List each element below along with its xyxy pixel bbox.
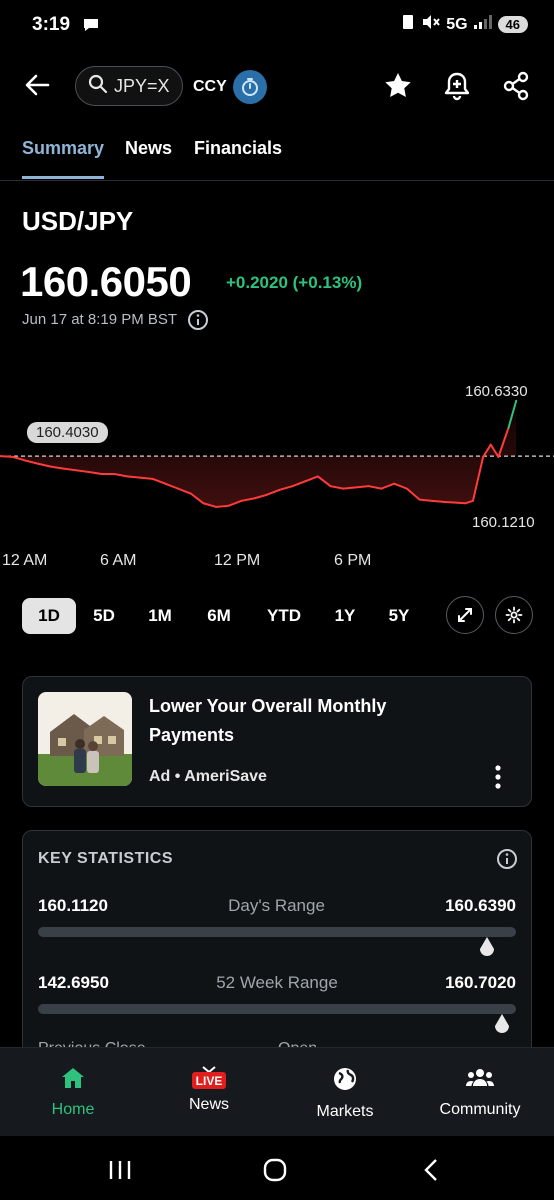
- days-range-label: Day's Range: [228, 896, 325, 915]
- chart-line-segment: [418, 498, 434, 502]
- battery-indicator: 46: [497, 16, 528, 33]
- ad-title[interactable]: Lower Your Overall Monthly Payments: [149, 692, 449, 750]
- days-range-high: 160.6390: [445, 896, 516, 915]
- sim-icon: [400, 14, 416, 35]
- nav-community-label: Community: [439, 1101, 521, 1118]
- chart-line-segment: [444, 501, 459, 504]
- info-icon[interactable]: [187, 309, 209, 331]
- chart-line-segment: [431, 499, 446, 504]
- tab-financials[interactable]: Financials: [194, 138, 282, 159]
- gear-icon[interactable]: [495, 596, 533, 634]
- live-tv-icon: LIVE: [191, 1066, 227, 1090]
- ad-image: [38, 692, 132, 786]
- people-icon: [465, 1066, 495, 1095]
- range-button-5d[interactable]: 5D: [84, 598, 124, 634]
- market-hours-icon[interactable]: [233, 70, 267, 104]
- chart-high-label: 160.6330: [465, 383, 528, 400]
- chart-line-segment: [126, 475, 141, 479]
- nav-home-label: Home: [51, 1101, 95, 1118]
- back-arrow-icon[interactable]: [22, 70, 52, 100]
- days-range-marker-icon: [477, 936, 497, 960]
- chart-line-segment: [138, 476, 154, 480]
- tab-news[interactable]: News: [125, 138, 172, 159]
- price-change: +0.2020 (+0.13%): [226, 273, 363, 292]
- range-button-5y[interactable]: 5Y: [380, 598, 418, 634]
- add-alert-icon[interactable]: [441, 70, 473, 102]
- info-icon[interactable]: [496, 848, 518, 870]
- days-range-row: 160.1120 Day's Range 160.6390: [38, 896, 516, 916]
- range-button-1m[interactable]: 1M: [140, 598, 180, 634]
- mute-icon: [422, 14, 440, 35]
- x-axis-label: 12 AM: [2, 552, 48, 569]
- recent-apps-icon[interactable]: [108, 1158, 132, 1187]
- home-button-icon[interactable]: [263, 1158, 287, 1187]
- 52-week-high: 160.7020: [445, 973, 516, 992]
- x-axis-label: 6 PM: [334, 552, 372, 569]
- ticker-title: USD/JPY: [22, 206, 134, 236]
- chat-bubble-icon: [82, 16, 100, 34]
- nav-markets-label: Markets: [316, 1103, 374, 1120]
- 52-week-range-bar: [38, 1004, 516, 1014]
- previous-close-label: 160.4030: [27, 422, 108, 443]
- symbol-search-pill[interactable]: JPY=X: [75, 66, 183, 106]
- nav-community[interactable]: Community: [415, 1066, 545, 1119]
- active-tab-underline: [22, 176, 104, 179]
- expand-icon[interactable]: [446, 596, 484, 634]
- chart-line-segment: [215, 504, 230, 508]
- chart-low-label: 160.1210: [472, 514, 535, 531]
- x-axis-label: 12 PM: [214, 552, 261, 569]
- range-button-ytd[interactable]: YTD: [258, 598, 310, 634]
- range-button-1d[interactable]: 1D: [22, 598, 76, 634]
- star-icon[interactable]: [382, 70, 414, 102]
- days-range-bar: [38, 927, 516, 937]
- ad-sponsor: Ad • AmeriSave: [149, 768, 267, 785]
- 52-week-range-row: 142.6950 52 Week Range 160.7020: [38, 973, 516, 993]
- 52-week-range-label: 52 Week Range: [216, 973, 338, 992]
- chart-line-segment: [355, 485, 370, 489]
- range-button-1y[interactable]: 1Y: [326, 598, 364, 634]
- back-nav-icon[interactable]: [420, 1158, 444, 1187]
- nav-markets[interactable]: Markets: [280, 1066, 410, 1121]
- quote-timestamp: Jun 17 at 8:19 PM BST: [22, 311, 178, 328]
- chart-line-segment: [0, 455, 14, 458]
- status-time: 3:19: [32, 14, 71, 35]
- nav-news[interactable]: LIVE News: [144, 1066, 274, 1114]
- live-badge: LIVE: [195, 1074, 223, 1088]
- tab-divider: [0, 180, 554, 181]
- x-axis-label: 6 AM: [100, 552, 137, 569]
- currency-tag: CCY: [193, 78, 227, 95]
- more-options-icon[interactable]: [488, 764, 508, 790]
- nav-home[interactable]: Home: [8, 1066, 138, 1119]
- 52-week-low: 142.6950: [38, 973, 109, 992]
- chart-line-segment: [342, 486, 357, 490]
- home-icon: [60, 1066, 86, 1095]
- days-range-low: 160.1120: [38, 896, 108, 915]
- search-text: JPY=X: [114, 75, 170, 96]
- nav-news-label: News: [188, 1096, 229, 1113]
- search-icon: [88, 74, 108, 99]
- range-button-6m[interactable]: 6M: [198, 598, 240, 634]
- current-price: 160.6050: [20, 258, 192, 305]
- share-icon[interactable]: [500, 70, 532, 102]
- key-statistics-title: KEY STATISTICS: [38, 850, 174, 867]
- globe-icon: [332, 1066, 358, 1097]
- 52-week-range-marker-icon: [492, 1013, 512, 1037]
- tab-summary[interactable]: Summary: [22, 138, 104, 159]
- status-indicators: 5G 46: [400, 14, 528, 35]
- signal-icon: [473, 15, 492, 34]
- network-label: 5G: [446, 15, 468, 33]
- chart-area-fill: [0, 400, 517, 507]
